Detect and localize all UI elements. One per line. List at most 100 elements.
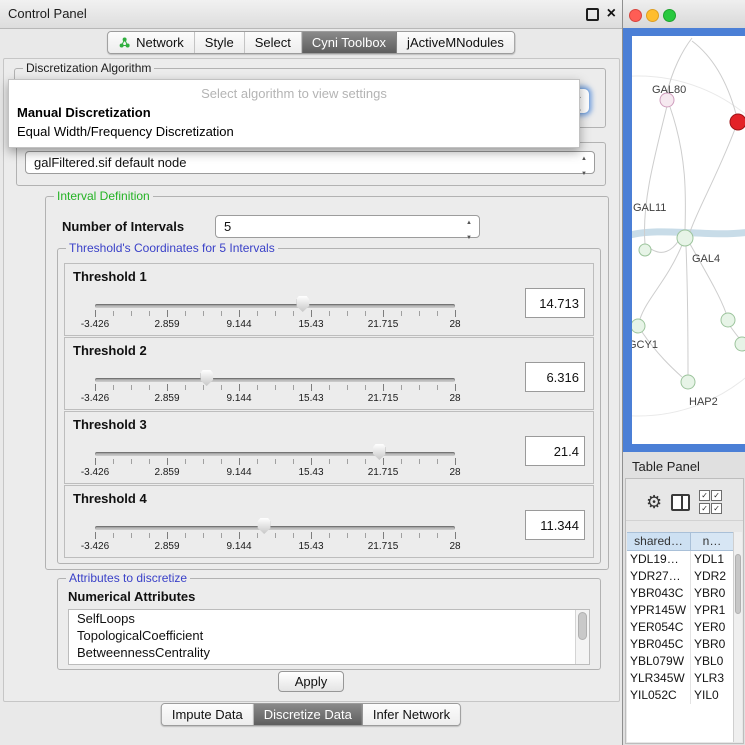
table-row[interactable]: YER054CYER0 [627, 619, 734, 636]
tick-major [383, 458, 384, 465]
tick-major [455, 310, 456, 317]
table-row[interactable]: YPR145WYPR1 [627, 602, 734, 619]
threshold-value: 11.344 [540, 518, 579, 533]
tab-label: Style [205, 35, 234, 50]
network-node[interactable] [735, 337, 745, 351]
network-node[interactable] [632, 319, 645, 333]
slider-track[interactable] [95, 452, 455, 456]
checkbox-icon[interactable] [711, 503, 722, 514]
threshold-value-field[interactable]: 14.713 [525, 288, 585, 318]
thresholds-group: Threshold's Coordinates for 5 Intervals … [57, 248, 601, 564]
cell: YPR1 [691, 602, 734, 619]
threshold-slider[interactable]: -3.4262.8599.14415.4321.71528 [95, 444, 455, 480]
attributes-group-label: Attributes to discretize [66, 571, 190, 585]
slider-track[interactable] [95, 526, 455, 530]
close-icon[interactable] [607, 6, 616, 22]
network-node[interactable] [721, 313, 735, 327]
scale-label: 21.715 [368, 319, 399, 330]
list-scrollbar[interactable] [575, 610, 589, 664]
scale-label: -3.426 [81, 467, 109, 478]
interval-definition-label: Interval Definition [54, 189, 153, 203]
table-row[interactable]: YLR345WYLR3 [627, 670, 734, 687]
scale-label: -3.426 [81, 319, 109, 330]
list-item[interactable]: SelfLoops [69, 610, 589, 627]
slider-track[interactable] [95, 304, 455, 308]
column-header-name[interactable]: n… [691, 532, 734, 551]
table-row[interactable]: YDL19…YDL1 [627, 551, 734, 568]
window-buttons [586, 0, 616, 28]
tab-impute-data[interactable]: Impute Data [162, 704, 254, 725]
list-item[interactable]: BetweennessCentrality [69, 644, 589, 661]
threshold-slider[interactable]: -3.4262.8599.14415.4321.71528 [95, 370, 455, 406]
threshold-1-panel: Threshold 1 -3.4262.8599.14415.4321.7152… [64, 263, 594, 336]
tab-infer-network[interactable]: Infer Network [363, 704, 460, 725]
table-panel-title: Table Panel [632, 459, 700, 474]
apply-button[interactable]: Apply [278, 671, 344, 692]
tab-select[interactable]: Select [245, 32, 302, 53]
network-node[interactable] [639, 244, 651, 256]
network-window-titlebar [623, 0, 745, 28]
scrollbar-thumb[interactable] [735, 554, 741, 614]
algorithm-dropdown-popup: Select algorithm to view settings Manual… [8, 79, 580, 148]
network-node[interactable] [677, 230, 693, 246]
threshold-value-field[interactable]: 11.344 [525, 510, 585, 540]
checkbox-icon[interactable] [699, 490, 710, 501]
mac-zoom-button[interactable] [663, 9, 676, 22]
column-header-shared-name[interactable]: shared… [627, 532, 691, 551]
threshold-slider[interactable]: -3.4262.8599.14415.4321.71528 [95, 296, 455, 332]
table-row[interactable]: YDR27…YDR2 [627, 568, 734, 585]
num-intervals-value: 5 [224, 219, 231, 234]
dropdown-option-equal-width[interactable]: Equal Width/Frequency Discretization [9, 122, 579, 141]
scrollbar-thumb[interactable] [578, 612, 587, 640]
network-node[interactable] [681, 375, 695, 389]
tab-jactivemnodules[interactable]: jActiveMNodules [397, 32, 514, 53]
table-row[interactable]: YBL079WYBL0 [627, 653, 734, 670]
slider-track[interactable] [95, 378, 455, 382]
cell: YIL0 [691, 687, 734, 704]
threshold-value-field[interactable]: 6.316 [525, 362, 585, 392]
gear-icon[interactable] [646, 493, 662, 511]
table-header-row: shared… n… [627, 532, 734, 551]
node-label: GAL80 [652, 84, 686, 96]
list-item[interactable]: TopologicalCoefficient [69, 627, 589, 644]
threshold-2-panel: Threshold 2 -3.4262.8599.14415.4321.7152… [64, 337, 594, 410]
checkbox-icon[interactable] [711, 490, 722, 501]
slider-thumb[interactable] [258, 518, 271, 534]
slider-thumb[interactable] [200, 370, 213, 386]
tab-network[interactable]: Network [108, 32, 195, 53]
tab-style[interactable]: Style [195, 32, 245, 53]
num-intervals-combobox[interactable]: 5 [215, 215, 480, 238]
tick-major [167, 458, 168, 465]
network-canvas[interactable]: GAL80 GAL11 GAL4 GCY1 HAP2 [632, 36, 745, 444]
table-row[interactable]: YBR045CYBR0 [627, 636, 734, 653]
tick-major [167, 384, 168, 391]
table-data-combobox[interactable]: galFiltered.sif default node [25, 151, 595, 174]
table-row[interactable]: YIL052CYIL0 [627, 687, 734, 704]
mac-minimize-button[interactable] [646, 9, 659, 22]
tick-major [95, 310, 96, 317]
columns-icon[interactable] [671, 494, 690, 511]
dropdown-option-manual-discretization[interactable]: Manual Discretization [9, 103, 579, 122]
tab-cyni-toolbox[interactable]: Cyni Toolbox [302, 32, 397, 53]
tick-major [239, 384, 240, 391]
tick-major [167, 310, 168, 317]
table-scrollbar[interactable] [733, 532, 742, 742]
table-row[interactable]: YBR043CYBR0 [627, 585, 734, 602]
column-checkboxes-icon[interactable] [699, 490, 721, 514]
node-label: GCY1 [632, 339, 658, 351]
tab-discretize-data[interactable]: Discretize Data [254, 704, 363, 725]
mac-close-button[interactable] [629, 9, 642, 22]
threshold-slider[interactable]: -3.4262.8599.14415.4321.71528 [95, 518, 455, 554]
threshold-value-field[interactable]: 21.4 [525, 436, 585, 466]
threshold-label: Threshold 1 [73, 269, 147, 284]
scale-label: 9.144 [226, 393, 251, 404]
float-window-icon[interactable] [586, 8, 599, 21]
network-node-selected[interactable] [730, 114, 745, 130]
tick-major [455, 384, 456, 391]
slider-thumb[interactable] [296, 296, 309, 312]
checkbox-icon[interactable] [699, 503, 710, 514]
slider-ticks [95, 385, 455, 390]
node-label: GAL4 [692, 253, 720, 265]
combo-stepper-icon [577, 152, 591, 173]
cell: YBL079W [627, 653, 691, 670]
